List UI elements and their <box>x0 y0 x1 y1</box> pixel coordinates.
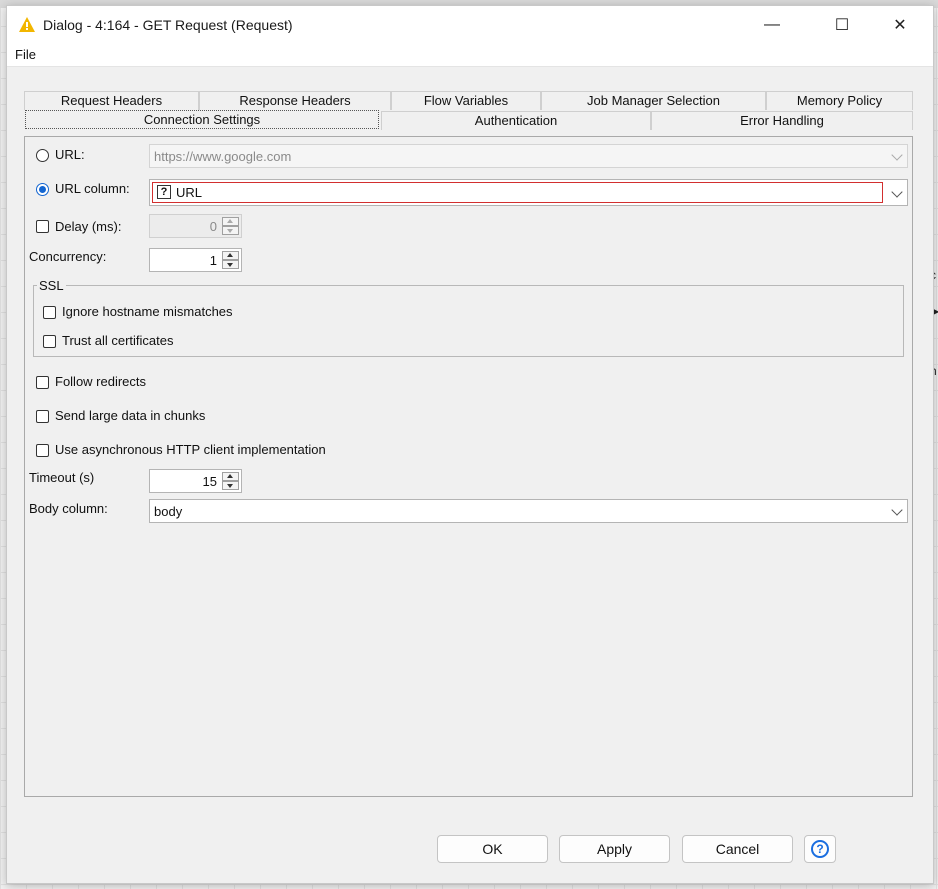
minimize-icon: — <box>764 16 780 33</box>
tab-connection-settings[interactable]: Connection Settings <box>25 110 379 129</box>
tab-job-manager-selection[interactable]: Job Manager Selection <box>541 91 766 110</box>
spinner-up-icon[interactable] <box>222 472 239 481</box>
trust-certificates-checkbox[interactable] <box>43 335 56 348</box>
chevron-down-icon <box>891 504 903 516</box>
body-column-combo[interactable]: body <box>149 499 908 523</box>
ignore-hostname-checkbox[interactable] <box>43 306 56 319</box>
follow-redirects-checkbox[interactable] <box>36 376 49 389</box>
menu-file[interactable]: File <box>15 47 36 62</box>
body-column-label: Body column: <box>29 501 108 516</box>
dialog-window: Dialog - 4:164 - GET Request (Request) —… <box>6 5 934 884</box>
tab-memory-policy[interactable]: Memory Policy <box>766 91 913 110</box>
tab-response-headers[interactable]: Response Headers <box>199 91 391 110</box>
url-column-combo[interactable]: ? URL <box>149 179 908 206</box>
url-column-value: URL <box>176 185 203 200</box>
close-icon: ✕ <box>893 17 907 34</box>
url-combo[interactable]: https://www.google.com <box>149 144 908 168</box>
tab-flow-variables[interactable]: Flow Variables <box>391 91 541 110</box>
url-radio[interactable] <box>36 149 49 162</box>
url-column-radio[interactable] <box>36 183 49 196</box>
async-client-label: Use asynchronous HTTP client implementat… <box>55 442 326 457</box>
cancel-button[interactable]: Cancel <box>682 835 793 863</box>
minimize-button[interactable]: — <box>749 6 795 44</box>
maximize-button[interactable]: ☐ <box>819 6 865 44</box>
title-bar: Dialog - 4:164 - GET Request (Request) —… <box>7 6 933 44</box>
async-client-checkbox[interactable] <box>36 444 49 457</box>
timeout-value: 15 <box>202 474 217 489</box>
tab-authentication[interactable]: Authentication <box>381 111 651 130</box>
body-column-value: body <box>154 504 183 519</box>
chevron-down-icon <box>891 186 903 198</box>
timeout-spinner[interactable]: 15 <box>149 469 242 493</box>
chevron-down-icon <box>891 149 903 161</box>
help-button[interactable]: ? <box>804 835 836 863</box>
tab-error-handling[interactable]: Error Handling <box>651 111 913 130</box>
url-column-error-frame: ? URL <box>152 182 883 203</box>
warning-triangle-icon <box>19 17 35 32</box>
delay-checkbox[interactable] <box>36 220 49 233</box>
tab-request-headers[interactable]: Request Headers <box>24 91 199 110</box>
ignore-hostname-label: Ignore hostname mismatches <box>62 304 233 319</box>
concurrency-label: Concurrency: <box>29 249 107 264</box>
window-title: Dialog - 4:164 - GET Request (Request) <box>43 17 293 33</box>
url-value: https://www.google.com <box>154 149 292 164</box>
maximize-icon: ☐ <box>834 17 850 34</box>
follow-redirects-label: Follow redirects <box>55 374 147 389</box>
spinner-up-icon[interactable] <box>222 251 239 260</box>
apply-button[interactable]: Apply <box>559 835 670 863</box>
spinner-down-icon[interactable] <box>222 226 239 235</box>
send-chunks-checkbox[interactable] <box>36 410 49 423</box>
spinner-down-icon[interactable] <box>222 260 239 269</box>
send-chunks-label: Send large data in chunks <box>55 408 206 423</box>
missing-column-icon: ? <box>157 185 171 199</box>
delay-label: Delay (ms): <box>55 219 122 234</box>
spinner-down-icon[interactable] <box>222 481 239 490</box>
concurrency-value: 1 <box>209 253 217 268</box>
connection-settings-panel: URL: https://www.google.com URL column: … <box>24 136 913 797</box>
timeout-label: Timeout (s) <box>29 470 95 485</box>
menu-bar: File <box>7 44 933 67</box>
ssl-legend: SSL <box>37 278 66 293</box>
delay-spinner[interactable]: 0 <box>149 214 242 238</box>
close-button[interactable]: ✕ <box>877 6 923 44</box>
url-column-label: URL column: <box>55 181 130 196</box>
help-icon: ? <box>811 840 829 858</box>
url-label: URL: <box>55 147 85 162</box>
trust-certificates-label: Trust all certificates <box>62 333 174 348</box>
delay-value: 0 <box>209 219 217 234</box>
ok-button[interactable]: OK <box>437 835 548 863</box>
spinner-up-icon[interactable] <box>222 217 239 226</box>
concurrency-spinner[interactable]: 1 <box>149 248 242 272</box>
